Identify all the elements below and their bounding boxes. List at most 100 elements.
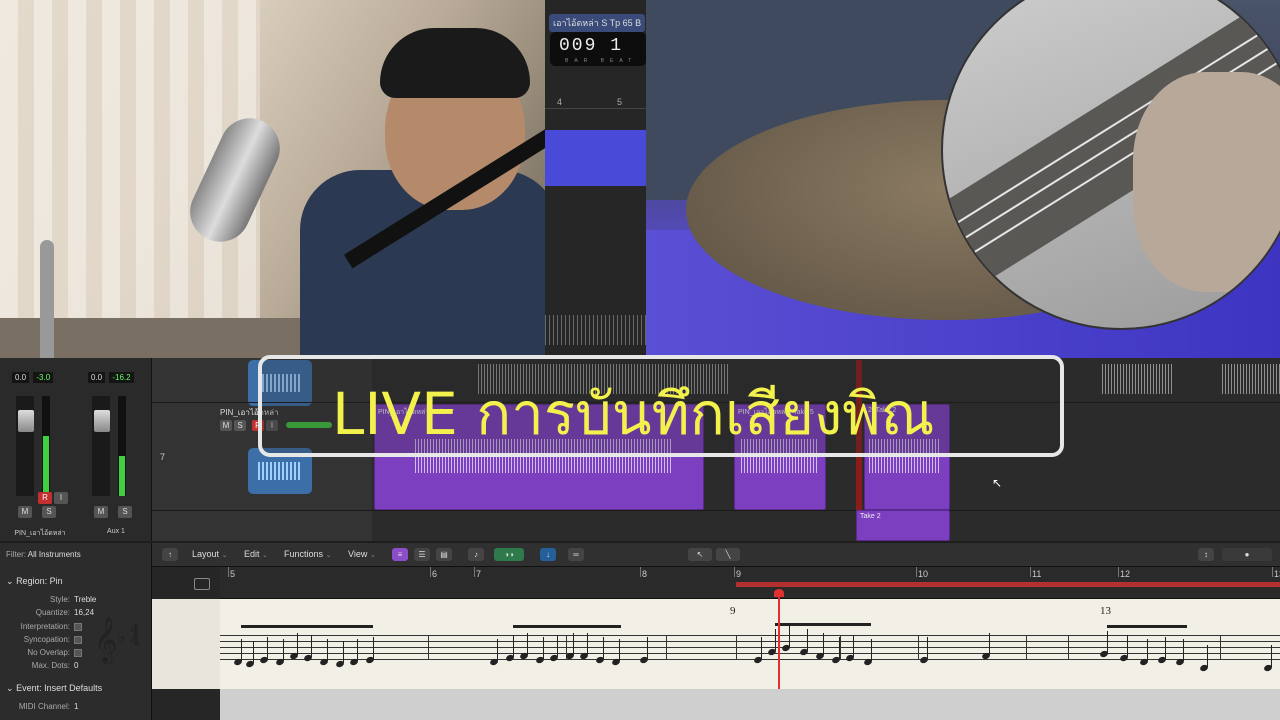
note-stem: [619, 639, 620, 661]
midi-channel-value[interactable]: 1: [74, 702, 78, 711]
camera-view-instrument: [646, 0, 1280, 358]
staff-line: [220, 641, 1280, 642]
cycle-range[interactable]: [736, 582, 1280, 587]
note-stem: [373, 637, 374, 659]
fader-cap[interactable]: [94, 410, 110, 432]
disclosure-chevron-icon[interactable]: ⌄: [6, 683, 14, 693]
note-stem: [253, 641, 254, 663]
print-view-icon[interactable]: ▤: [436, 548, 452, 561]
note-stem: [927, 637, 928, 659]
vertical-zoom-icon[interactable]: ↕: [1198, 548, 1214, 561]
staff-view[interactable]: 9 13: [220, 599, 1280, 689]
pencil-tool-icon[interactable]: ╲: [716, 548, 740, 561]
filter-label: Filter:: [6, 550, 26, 559]
note-stem: [761, 637, 762, 659]
linear-view-icon[interactable]: ≡: [392, 548, 408, 561]
lcd-labels: BAR BEAT: [565, 58, 638, 64]
style-value[interactable]: Treble: [74, 595, 96, 604]
ruler-tick-label: 13: [1274, 569, 1280, 579]
midi-out-icon[interactable]: ↓: [540, 548, 556, 561]
ruler-4: 4: [557, 97, 563, 107]
style-label: Style:: [49, 595, 70, 604]
staff-line: [220, 653, 1280, 654]
track-mute-button[interactable]: M: [220, 420, 232, 431]
ruler-tick-label: 9: [736, 569, 742, 579]
note-stem: [807, 629, 808, 651]
editor-toolbar: ↑ Layout ⌄ Edit ⌄ Functions ⌄ View ⌄ ≡ ☰…: [152, 543, 1280, 567]
region-label: Region:: [16, 576, 48, 586]
time-signature: 44: [130, 622, 140, 649]
banner-text: LIVE การบันทึกเสียงพิณ: [332, 380, 935, 448]
staff-line: [220, 647, 1280, 648]
syncopation-label: Syncopation:: [23, 635, 70, 644]
note-stem: [283, 639, 284, 661]
mute-button[interactable]: M: [94, 506, 108, 518]
pan-value[interactable]: -3.0: [33, 372, 54, 383]
note-stem: [853, 635, 854, 657]
functions-menu[interactable]: Functions: [284, 549, 323, 559]
ruler-tick-label: 5: [230, 569, 236, 579]
note-stem: [603, 637, 604, 659]
staff-line: [220, 635, 1280, 636]
ruler-tick-line: [1118, 567, 1119, 577]
event-value: Insert Defaults: [44, 683, 103, 693]
camera-view-performer: [0, 0, 545, 358]
live-banner: LIVE การบันทึกเสียงพิณ: [258, 355, 1064, 457]
input-monitor-button[interactable]: I: [54, 492, 68, 504]
measure-number: 13: [1100, 605, 1111, 617]
disclosure-chevron-icon[interactable]: ⌄: [6, 576, 14, 586]
syncopation-checkbox[interactable]: [74, 635, 82, 644]
volume-value[interactable]: 0.0: [88, 372, 106, 383]
note-stem: [775, 629, 776, 651]
layout-menu[interactable]: Layout: [192, 549, 219, 559]
preview-waveform: [545, 315, 646, 345]
no-overlap-checkbox[interactable]: [74, 648, 82, 657]
fader-cap[interactable]: [18, 410, 34, 432]
back-arrow-icon[interactable]: ↑: [162, 548, 178, 561]
ruler-tick-label: 12: [1120, 569, 1131, 579]
bar-line: [1220, 635, 1221, 659]
max-dots-value[interactable]: 0: [74, 661, 78, 670]
note-stem: [527, 633, 528, 655]
interpretation-checkbox[interactable]: [74, 622, 82, 631]
filter-value[interactable]: All Instruments: [28, 550, 81, 559]
bar-ruler[interactable]: 5 6 7 8 9 10 11 12 13: [220, 567, 1280, 599]
track-solo-button[interactable]: S: [234, 420, 246, 431]
record-button[interactable]: R: [38, 492, 52, 504]
quantize-label: Quantize:: [35, 608, 70, 617]
note-stem: [1271, 645, 1272, 667]
edit-menu[interactable]: Edit: [244, 549, 260, 559]
preview-ruler: 4 5: [545, 95, 646, 109]
level-meter: [118, 396, 126, 496]
quantize-value[interactable]: 16,24: [74, 608, 94, 617]
midi-in-icon[interactable]: ♪: [468, 548, 484, 561]
note-beam: [343, 625, 373, 628]
level-meter: [42, 396, 50, 496]
volume-value[interactable]: 0.0: [12, 372, 30, 383]
solo-button[interactable]: S: [118, 506, 132, 518]
pan-value[interactable]: -16.2: [109, 372, 134, 383]
take-label: Take 2: [860, 513, 881, 520]
take-region[interactable]: Take 2: [856, 510, 950, 541]
pointer-tool-icon[interactable]: ↖: [688, 548, 712, 561]
ruler-tick-label: 11: [1032, 569, 1042, 579]
view-menu[interactable]: View: [348, 549, 367, 559]
preview-region: [545, 130, 646, 186]
mute-button[interactable]: M: [18, 506, 32, 518]
no-overlap-label: No Overlap:: [27, 648, 70, 657]
link-icon[interactable]: ∞: [568, 548, 584, 561]
ruler-tick-line: [1272, 567, 1273, 577]
ruler-tick-line: [228, 567, 229, 577]
zoom-slider[interactable]: ●: [1222, 548, 1272, 561]
ruler-tick-label: 10: [918, 569, 929, 579]
chevron-down-icon: ⌄: [325, 552, 332, 559]
page-view-icon[interactable]: ☰: [414, 548, 430, 561]
interpretation-label: Interpretation:: [20, 622, 70, 631]
mouse-pointer-icon: ↖: [992, 476, 1003, 490]
note-stem: [1147, 639, 1148, 661]
grid-toggle-button[interactable]: [194, 578, 210, 590]
solo-button[interactable]: S: [42, 506, 56, 518]
note-stem: [647, 637, 648, 659]
catch-playhead-icon[interactable]: ◑◑: [494, 548, 524, 561]
ruler-tick-label: 6: [432, 569, 438, 579]
